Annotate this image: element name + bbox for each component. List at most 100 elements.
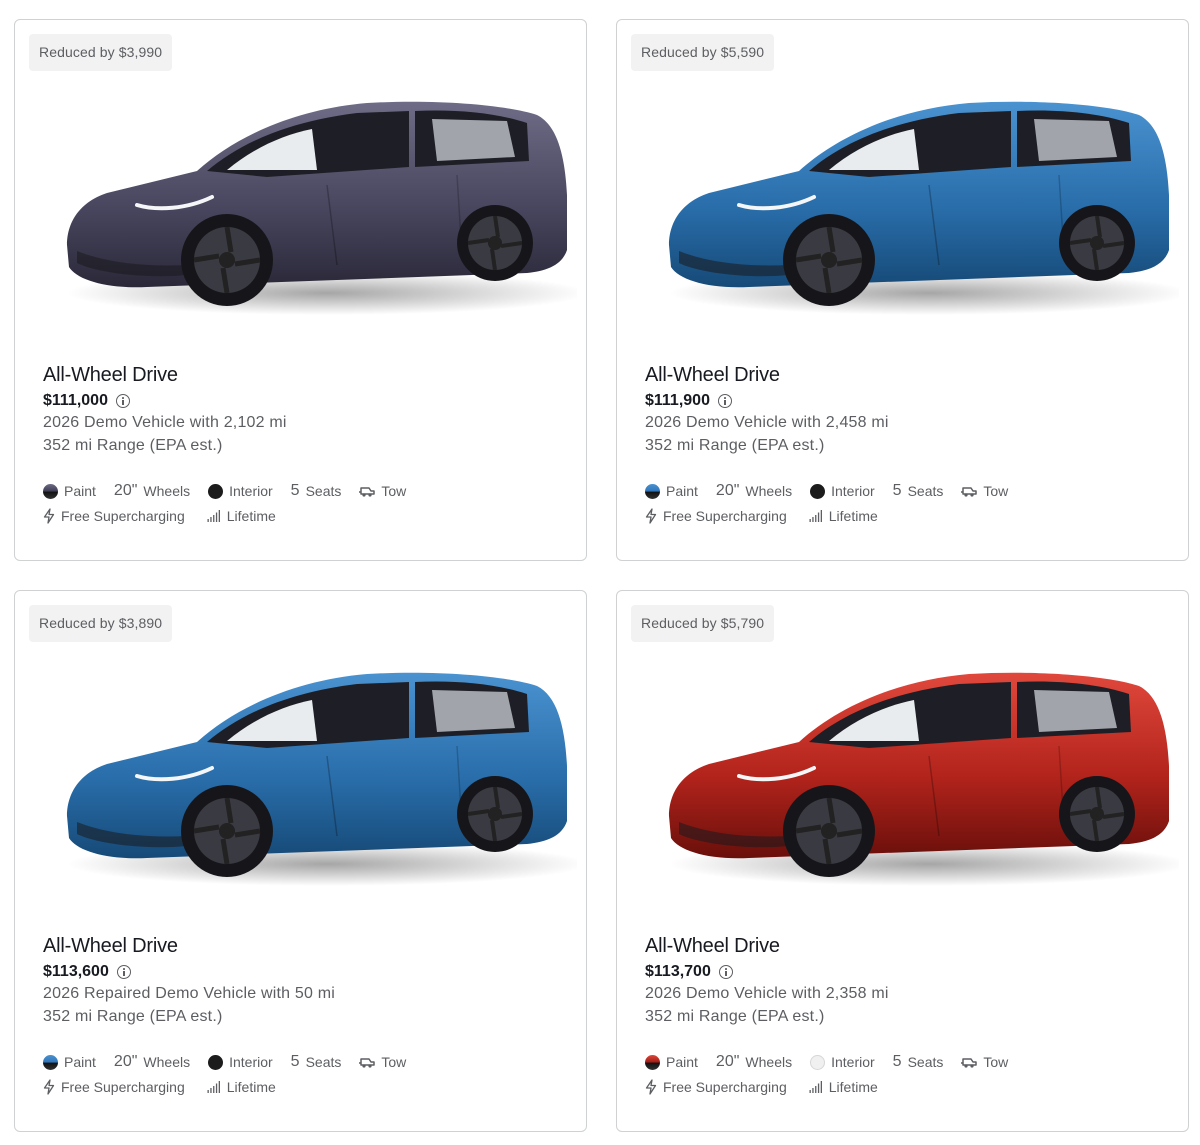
vehicle-description: 2026 Demo Vehicle with 2,458 mi <box>645 414 889 431</box>
price-row: $113,700 <box>645 963 733 981</box>
vehicle-description: 2026 Demo Vehicle with 2,102 mi <box>43 414 287 431</box>
perk-lifetime: Lifetime <box>207 1079 276 1095</box>
perk-supercharging: Free Supercharging <box>43 508 185 524</box>
spec-paint: Paint <box>645 1054 698 1070</box>
price-reduction-badge: Reduced by $3,990 <box>29 34 173 71</box>
seats-count: 5 <box>290 482 300 499</box>
spec-interior: Interior <box>810 1054 875 1070</box>
spec-seats-label: Seats <box>305 1054 342 1070</box>
interior-swatch-icon <box>810 483 826 499</box>
paint-swatch-icon <box>43 483 58 499</box>
seats-count: 5 <box>892 482 902 499</box>
info-circle-icon[interactable] <box>116 965 131 979</box>
wheels-size: 20" <box>715 1053 740 1070</box>
info-circle-icon[interactable] <box>717 394 732 408</box>
spec-interior: Interior <box>208 1054 273 1070</box>
spec-seats: 5 Seats <box>291 1053 342 1071</box>
price-reduction-badge: Reduced by $5,790 <box>631 605 775 642</box>
perk-lifetime: Lifetime <box>809 1079 878 1095</box>
vehicle-card-3[interactable]: Reduced by $3,890 All-Wheel Drive $113,6… <box>14 590 587 1132</box>
vehicle-price: $113,700 <box>645 963 711 980</box>
info-circle-icon[interactable] <box>115 394 130 408</box>
signal-bars-icon <box>207 1081 220 1093</box>
paint-swatch-icon <box>645 483 660 499</box>
perks-row: Free Supercharging Lifetime <box>645 508 900 524</box>
spec-interior-label: Interior <box>831 483 875 499</box>
vehicle-price: $111,900 <box>645 392 710 409</box>
tow-hitch-icon <box>359 487 376 497</box>
vehicle-range: 352 mi Range (EPA est.) <box>43 437 223 454</box>
spec-wheels-label: Wheels <box>745 483 793 499</box>
vehicle-image[interactable] <box>37 75 577 325</box>
spec-paint: Paint <box>645 483 698 499</box>
vehicle-range: 352 mi Range (EPA est.) <box>645 437 825 454</box>
tow-hitch-icon <box>961 487 978 497</box>
vehicle-image[interactable] <box>639 75 1179 325</box>
perks-row: Free Supercharging Lifetime <box>43 508 298 524</box>
spec-tow-label: Tow <box>983 483 1009 499</box>
spec-row: Paint 20" Wheels Interior 5 Seats Tow <box>43 482 406 500</box>
signal-bars-icon <box>809 1081 822 1093</box>
signal-bars-icon <box>809 510 822 522</box>
tow-hitch-icon <box>359 1058 376 1068</box>
wheels-size: 20" <box>113 1053 138 1070</box>
spec-interior-label: Interior <box>831 1054 875 1070</box>
perk-lifetime-label: Lifetime <box>828 1079 878 1095</box>
spec-wheels: 20" Wheels <box>114 482 190 500</box>
lightning-bolt-icon <box>43 1079 55 1095</box>
spec-seats: 5 Seats <box>893 482 944 500</box>
vehicle-title: All-Wheel Drive <box>43 364 178 386</box>
spec-seats-label: Seats <box>907 483 944 499</box>
vehicle-card-2[interactable]: Reduced by $5,590 All-Wheel Drive $111,9… <box>616 19 1189 561</box>
vehicle-image[interactable] <box>639 646 1179 896</box>
spec-tow: Tow <box>359 1054 406 1070</box>
info-circle-icon[interactable] <box>718 965 733 979</box>
perk-lifetime-label: Lifetime <box>226 508 276 524</box>
vehicle-image[interactable] <box>37 646 577 896</box>
lightning-bolt-icon <box>43 508 55 524</box>
vehicle-range: 352 mi Range (EPA est.) <box>645 1008 825 1025</box>
wheels-size: 20" <box>113 482 138 499</box>
vehicle-title: All-Wheel Drive <box>645 935 780 957</box>
spec-seats: 5 Seats <box>291 482 342 500</box>
vehicle-description: 2026 Repaired Demo Vehicle with 50 mi <box>43 985 336 1002</box>
spec-tow-label: Tow <box>983 1054 1009 1070</box>
spec-seats-label: Seats <box>305 483 342 499</box>
lightning-bolt-icon <box>645 508 657 524</box>
perks-row: Free Supercharging Lifetime <box>43 1079 298 1095</box>
spec-tow: Tow <box>961 483 1008 499</box>
perk-supercharging-label: Free Supercharging <box>61 508 185 524</box>
perk-supercharging: Free Supercharging <box>645 1079 787 1095</box>
vehicle-range: 352 mi Range (EPA est.) <box>43 1008 223 1025</box>
price-row: $111,000 <box>43 392 130 410</box>
spec-wheels: 20" Wheels <box>716 482 792 500</box>
price-row: $111,900 <box>645 392 732 410</box>
spec-row: Paint 20" Wheels Interior 5 Seats Tow <box>43 1053 406 1071</box>
perks-row: Free Supercharging Lifetime <box>645 1079 900 1095</box>
spec-interior: Interior <box>208 483 273 499</box>
seats-count: 5 <box>290 1053 300 1070</box>
spec-interior-label: Interior <box>229 483 273 499</box>
spec-tow: Tow <box>359 483 406 499</box>
perk-lifetime-label: Lifetime <box>226 1079 276 1095</box>
spec-seats: 5 Seats <box>893 1053 944 1071</box>
perk-supercharging-label: Free Supercharging <box>663 508 787 524</box>
spec-seats-label: Seats <box>907 1054 944 1070</box>
spec-interior: Interior <box>810 483 875 499</box>
spec-tow-label: Tow <box>381 483 407 499</box>
spec-paint-label: Paint <box>666 483 698 499</box>
signal-bars-icon <box>207 510 220 522</box>
spec-row: Paint 20" Wheels Interior 5 Seats Tow <box>645 1053 1008 1071</box>
spec-row: Paint 20" Wheels Interior 5 Seats Tow <box>645 482 1008 500</box>
spec-paint: Paint <box>43 483 96 499</box>
tow-hitch-icon <box>961 1058 978 1068</box>
perk-lifetime: Lifetime <box>207 508 276 524</box>
spec-wheels-label: Wheels <box>143 1054 191 1070</box>
vehicle-description: 2026 Demo Vehicle with 2,358 mi <box>645 985 889 1002</box>
interior-swatch-icon <box>810 1054 826 1070</box>
vehicle-card-4[interactable]: Reduced by $5,790 All-Wheel Drive $113,7… <box>616 590 1189 1132</box>
vehicle-price: $113,600 <box>43 963 109 980</box>
vehicle-card-1[interactable]: Reduced by $3,990 All-Wheel Drive $111,0… <box>14 19 587 561</box>
wheels-size: 20" <box>715 482 740 499</box>
lightning-bolt-icon <box>645 1079 657 1095</box>
